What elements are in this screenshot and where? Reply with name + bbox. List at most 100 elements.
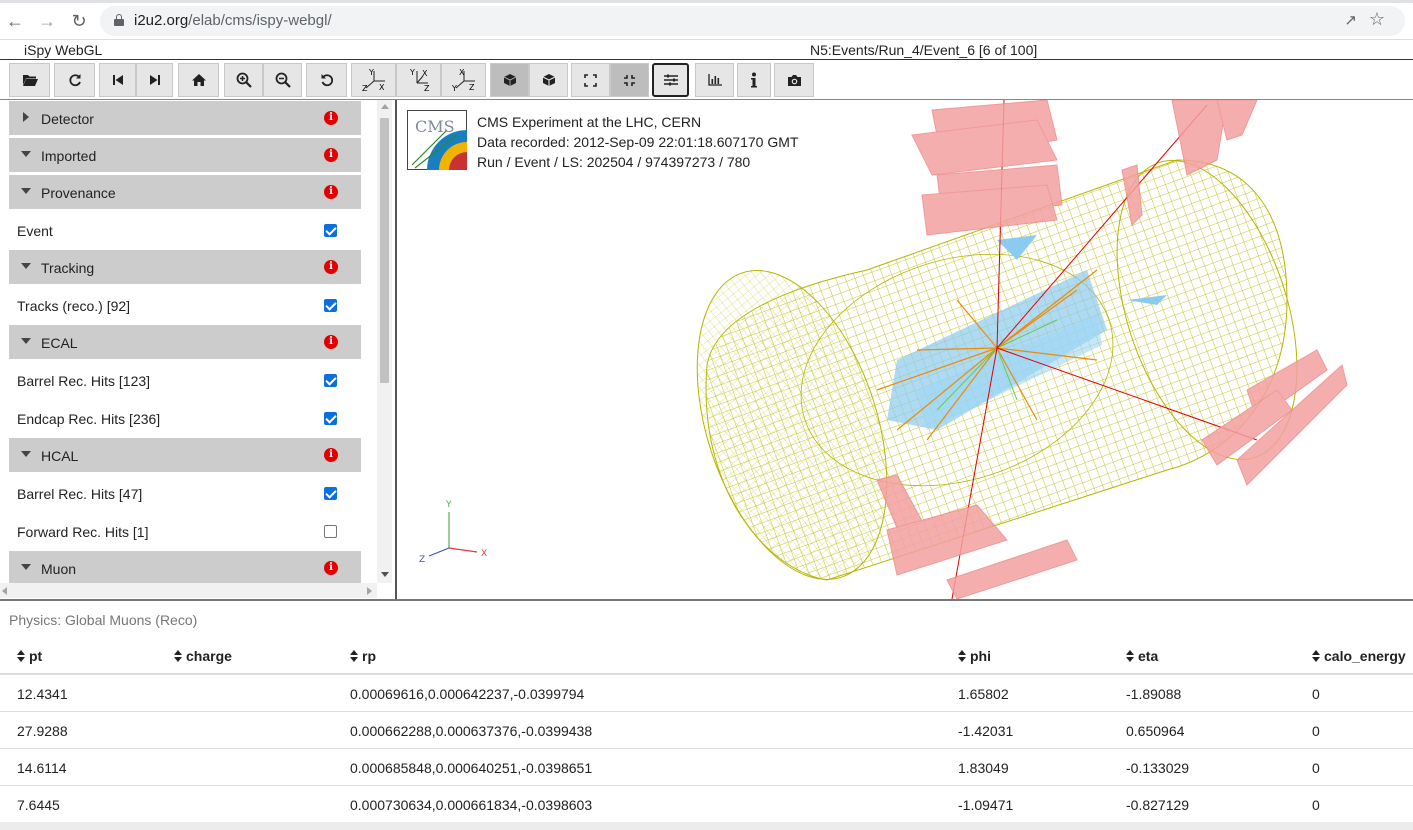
event-display-canvas[interactable]: Y X Z CMS CMS Experiment at the LHC, CER… (395, 100, 1413, 599)
list-item-ecal-endcap: Endcap Rec. Hits [236] (9, 400, 361, 437)
section-provenance[interactable]: Provenance i (9, 175, 361, 210)
scroll-up-arrow-icon[interactable] (381, 104, 389, 109)
sort-icon (350, 650, 358, 662)
column-header-phi[interactable]: phi (958, 648, 991, 664)
info-icon[interactable]: i (324, 260, 338, 274)
view-yz-button[interactable]: Y X Z (396, 63, 441, 97)
cell-phi: -1.42031 (958, 723, 1014, 739)
table-view-button[interactable] (695, 63, 734, 97)
sidebar-horizontal-scrollbar[interactable] (0, 583, 377, 598)
cube-solid-icon (503, 74, 516, 86)
chevron-down-icon (21, 188, 31, 194)
section-label: Muon (41, 561, 77, 577)
section-tracking[interactable]: Tracking i (9, 250, 361, 285)
camera-icon (787, 74, 801, 86)
home-view-button[interactable] (178, 63, 219, 97)
open-file-button[interactable] (9, 63, 50, 97)
cell-pt: 14.6114 (17, 760, 67, 776)
reset-view-button[interactable] (306, 63, 347, 97)
column-header-pt[interactable]: pt (17, 648, 42, 664)
scroll-left-arrow-icon[interactable] (2, 587, 7, 595)
info-icon[interactable]: i (324, 561, 338, 575)
column-label: phi (970, 648, 991, 664)
cell-pt: 27.9288 (17, 723, 68, 739)
bookmark-star-icon[interactable]: ☆ (1369, 9, 1385, 30)
expand-icon (584, 73, 597, 87)
info-icon[interactable]: i (324, 111, 338, 125)
zoom-out-button[interactable] (263, 63, 302, 97)
axis-yx-icon: Y Z X (362, 68, 385, 92)
item-label: Forward Rec. Hits [1] (17, 524, 149, 540)
info-icon[interactable]: i (324, 448, 338, 462)
section-muon[interactable]: Muon i (9, 551, 361, 586)
item-label: Tracks (reco.) [92] (17, 298, 131, 314)
info-icon[interactable]: i (324, 148, 338, 162)
cell-eta: -1.89088 (1126, 686, 1182, 702)
fullscreen-button[interactable] (571, 63, 610, 97)
browser-toolbar: ← → ↻ i2u2.org/elab/cms/ispy-webgl/ ↗ ☆ (0, 0, 1413, 40)
scroll-down-arrow-icon[interactable] (381, 572, 389, 577)
list-item-ecal-barrel: Barrel Rec. Hits [123] (9, 362, 361, 399)
scrollbar-thumb[interactable] (380, 118, 389, 383)
tracks-checkbox[interactable] (324, 299, 337, 312)
address-bar[interactable]: i2u2.org/elab/cms/ispy-webgl/ ↗ ☆ (100, 6, 1405, 36)
previous-event-button[interactable] (99, 63, 136, 97)
section-imported[interactable]: Imported i (9, 138, 361, 173)
axis-yz-top-label: Y (409, 68, 415, 77)
column-label: calo_energy (1324, 648, 1406, 664)
undo-icon (321, 74, 333, 87)
reload-button[interactable] (54, 63, 95, 97)
bottom-scrollbar[interactable] (0, 822, 1413, 830)
info-icon[interactable]: i (324, 185, 338, 199)
view-xz-button[interactable]: X Y Z (441, 63, 486, 97)
cell-eta: 0.650964 (1126, 723, 1185, 739)
ecal-barrel-checkbox[interactable] (324, 374, 337, 387)
section-ecal[interactable]: ECAL i (9, 325, 361, 360)
reload-page-icon[interactable]: ↻ (68, 10, 90, 32)
scroll-right-arrow-icon[interactable] (367, 587, 372, 595)
column-header-rp[interactable]: rp (350, 648, 376, 664)
section-label: ECAL (41, 335, 78, 351)
settings-button[interactable] (652, 63, 689, 97)
cell-pt: 12.4341 (17, 686, 68, 702)
axis-xz-right-label: Z (469, 83, 475, 92)
info-icon[interactable]: i (324, 335, 338, 349)
table-row[interactable]: 14.6114 0.000685848,0.000640251,-0.03986… (0, 749, 1413, 786)
reload-icon (68, 74, 81, 87)
view-yx-button[interactable]: Y Z X (351, 63, 396, 97)
sidebar-vertical-scrollbar[interactable] (377, 100, 392, 583)
cell-phi: -1.09471 (958, 797, 1014, 813)
table-row[interactable]: 12.4341 0.00069616,0.000642237,-0.039979… (0, 675, 1413, 712)
table-row[interactable]: 27.9288 0.000662288,0.000637376,-0.03994… (0, 712, 1413, 749)
item-label: Barrel Rec. Hits [123] (17, 373, 151, 389)
column-header-calo-energy[interactable]: calo_energy (1312, 648, 1406, 664)
table-row[interactable]: 7.6445 0.000730634,0.000661834,-0.039860… (0, 786, 1413, 823)
ecal-endcap-checkbox[interactable] (324, 412, 337, 425)
column-header-charge[interactable]: charge (174, 648, 232, 664)
exit-fullscreen-button[interactable] (610, 63, 649, 97)
main-toolbar: Y Z X Y X Z X Y Z (0, 60, 1413, 100)
column-header-eta[interactable]: eta (1126, 648, 1158, 664)
section-hcal[interactable]: HCAL i (9, 438, 361, 473)
perspective-button[interactable] (490, 63, 529, 97)
forward-arrow-icon[interactable]: → (36, 10, 58, 32)
detector-3d-view[interactable]: Y X Z (397, 100, 1413, 599)
experiment-label: CMS Experiment at the LHC, CERN (477, 114, 702, 130)
section-detector[interactable]: Detector i (9, 101, 361, 136)
axis-xz-icon: X Y Z (451, 68, 475, 92)
chevron-down-icon (21, 263, 31, 269)
event-checkbox[interactable] (324, 224, 337, 237)
list-item-hcal-forward: Forward Rec. Hits [1] (9, 513, 361, 550)
share-icon[interactable]: ↗ (1344, 11, 1357, 29)
cell-eta: -0.133029 (1126, 760, 1190, 776)
info-button[interactable] (737, 63, 771, 97)
orthographic-button[interactable] (529, 63, 568, 97)
back-arrow-icon[interactable]: ← (4, 10, 26, 32)
axis-yx-top-label: Y (368, 68, 374, 77)
zoom-in-button[interactable] (224, 63, 263, 97)
next-event-button[interactable] (136, 63, 173, 97)
hcal-forward-checkbox[interactable] (324, 525, 337, 538)
zoom-in-icon (236, 72, 252, 88)
hcal-barrel-checkbox[interactable] (324, 487, 337, 500)
screenshot-button[interactable] (774, 63, 814, 97)
